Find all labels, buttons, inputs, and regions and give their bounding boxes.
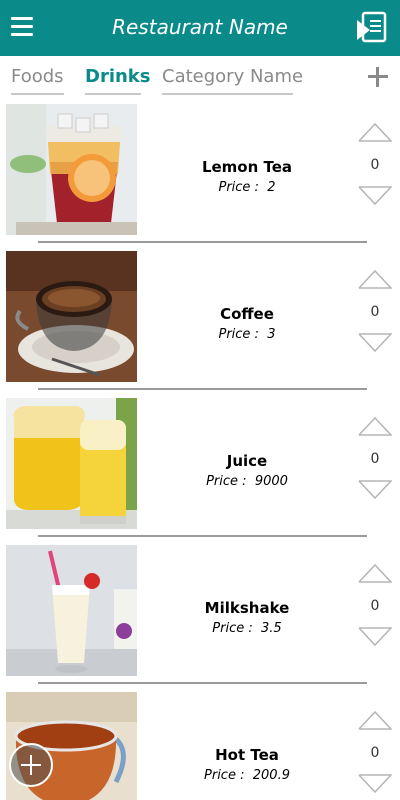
increase-arrow-icon[interactable] bbox=[358, 269, 392, 289]
divider bbox=[38, 388, 367, 390]
price-value: 3.5 bbox=[261, 621, 282, 636]
price-value: 3 bbox=[267, 327, 276, 342]
increase-arrow-icon[interactable] bbox=[358, 416, 392, 436]
app-title: Restaurant Name bbox=[112, 15, 288, 39]
juice-image bbox=[6, 398, 137, 529]
quantity-stepper: 0 bbox=[350, 122, 400, 208]
list-item[interactable]: Hot Tea Price : 200.9 0 bbox=[0, 690, 400, 800]
decrease-arrow-icon[interactable] bbox=[358, 627, 392, 647]
price-label: Price : bbox=[206, 474, 247, 489]
milkshake-image bbox=[6, 545, 137, 676]
coffee-image bbox=[6, 251, 137, 382]
item-price: Price : 2 bbox=[145, 180, 349, 195]
item-name: Milkshake bbox=[204, 599, 290, 617]
quantity-count: 0 bbox=[370, 304, 380, 320]
decrease-arrow-icon[interactable] bbox=[358, 774, 392, 794]
list-item[interactable]: Juice Price : 9000 0 bbox=[0, 396, 400, 543]
quantity-stepper: 0 bbox=[350, 269, 400, 355]
quantity-stepper: 0 bbox=[350, 710, 400, 796]
order-list-icon[interactable] bbox=[355, 11, 389, 45]
price-value: 200.9 bbox=[252, 768, 290, 783]
quantity-count: 0 bbox=[370, 157, 380, 173]
price-label: Price : bbox=[212, 621, 253, 636]
increase-arrow-icon[interactable] bbox=[358, 710, 392, 730]
item-info: Coffee Price : 3 bbox=[145, 305, 349, 342]
item-price: Price : 3.5 bbox=[145, 621, 349, 636]
category-tabs: Foods Drinks Category Name bbox=[0, 56, 400, 102]
list-item[interactable]: Milkshake Price : 3.5 0 bbox=[0, 543, 400, 690]
top-app-bar: Restaurant Name bbox=[0, 0, 400, 56]
increase-arrow-icon[interactable] bbox=[358, 563, 392, 583]
item-name: Hot Tea bbox=[215, 746, 279, 764]
price-value: 2 bbox=[267, 180, 276, 195]
price-label: Price : bbox=[218, 180, 259, 195]
increase-arrow-icon[interactable] bbox=[358, 122, 392, 142]
add-circle-icon[interactable] bbox=[9, 743, 53, 787]
tab-category-name[interactable]: Category Name bbox=[162, 66, 303, 95]
item-price: Price : 9000 bbox=[145, 474, 349, 489]
hamburger-menu-icon[interactable] bbox=[11, 17, 33, 37]
plus-icon[interactable] bbox=[366, 65, 390, 89]
item-name: Coffee bbox=[220, 305, 274, 323]
tab-drinks[interactable]: Drinks bbox=[85, 66, 151, 95]
decrease-arrow-icon[interactable] bbox=[358, 333, 392, 353]
item-name: Juice bbox=[226, 452, 268, 470]
tab-foods[interactable]: Foods bbox=[11, 66, 64, 95]
lemon-tea-image bbox=[6, 104, 137, 235]
item-name: Lemon Tea bbox=[201, 158, 293, 176]
drinks-list: Lemon Tea Price : 2 0 Coffee Price: 3 0… bbox=[0, 102, 400, 800]
quantity-count: 0 bbox=[370, 598, 380, 614]
item-info: Lemon Tea Price : 2 bbox=[145, 158, 349, 195]
quantity-stepper: 0 bbox=[350, 563, 400, 649]
decrease-arrow-icon[interactable] bbox=[358, 480, 392, 500]
list-item[interactable]: Coffee Price : 3 0 bbox=[0, 249, 400, 396]
quantity-count: 0 bbox=[370, 745, 380, 761]
item-info: Juice Price : 9000 bbox=[145, 452, 349, 489]
list-item[interactable]: Lemon Tea Price : 2 0 bbox=[0, 102, 400, 249]
item-info: Hot Tea Price : 200.9 bbox=[145, 746, 349, 783]
item-info: Milkshake Price : 3.5 bbox=[145, 599, 349, 636]
app-screen: Restaurant Name Foods Drinks Category Na… bbox=[0, 0, 400, 800]
quantity-count: 0 bbox=[370, 451, 380, 467]
item-price: Price : 3 bbox=[145, 327, 349, 342]
quantity-stepper: 0 bbox=[350, 416, 400, 502]
divider bbox=[38, 682, 367, 684]
item-price: Price : 200.9 bbox=[145, 768, 349, 783]
divider bbox=[38, 535, 367, 537]
price-value: 9000 bbox=[254, 474, 288, 489]
price-label: Price : bbox=[204, 768, 245, 783]
price-label: Price : bbox=[218, 327, 259, 342]
decrease-arrow-icon[interactable] bbox=[358, 186, 392, 206]
divider bbox=[38, 241, 367, 243]
